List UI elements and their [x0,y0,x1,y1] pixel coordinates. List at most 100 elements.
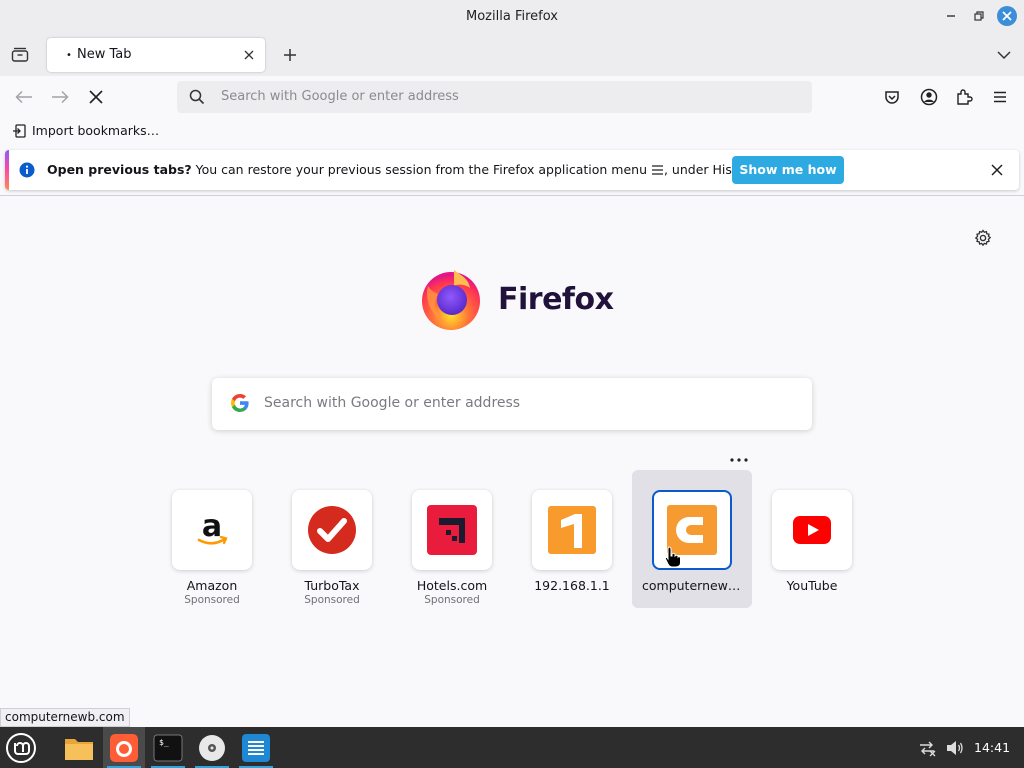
volume-icon [947,741,963,755]
taskbar: $_ 14:41 [0,727,1024,768]
session-restore-notification: Open previous tabs? You can restore your… [5,150,1019,190]
firefox-wordmark: Firefox [498,281,614,317]
shortcut-sponsored-label: Sponsored [304,594,360,606]
taskbar-clock[interactable]: 14:41 [974,740,1010,755]
turbotax-logo-icon [308,506,356,554]
tab-label: New Tab [77,47,132,62]
shortcut-title: computernewb.com [642,578,752,593]
tab-loading-dot: • [66,50,72,61]
firefox-view-icon [11,47,29,62]
svg-text:a: a [202,509,222,544]
shortcut-sponsored-label: Sponsored [424,594,480,606]
hotels-logo-icon [427,505,477,555]
pocket-button[interactable] [880,85,904,109]
account-button[interactable] [917,85,941,109]
taskbar-firefox[interactable] [103,727,145,768]
shortcut-turbotax[interactable]: TurboTax Sponsored [272,470,392,608]
navigation-toolbar: Search with Google or enter address [0,76,1024,118]
bookmarks-toolbar: Import bookmarks… [0,118,1024,146]
extensions-button[interactable] [952,85,976,109]
taskbar-files[interactable] [58,727,100,768]
shortcut-title: Amazon [186,578,238,593]
chevron-down-icon [997,51,1011,60]
shortcut-context-menu-button[interactable] [727,452,751,468]
account-icon [920,88,938,106]
close-icon [244,50,254,60]
linux-mint-logo-icon [6,732,36,763]
shortcut-computernewb[interactable]: computernewb.com [632,470,752,608]
taskbar-disc[interactable] [191,727,233,768]
forward-arrow-icon [52,90,69,104]
minimize-icon [947,15,955,17]
back-button[interactable] [12,85,36,109]
firefox-logo: Firefox [418,266,614,332]
shortcut-title: 192.168.1.1 [534,578,610,593]
newtab-search-box[interactable]: Search with Google or enter address [212,378,812,430]
more-dots-icon [730,458,748,462]
shortcut-amazon[interactable]: a Amazon Sponsored [152,470,272,608]
app-menu-button[interactable] [988,85,1012,109]
shortcut-tile[interactable] [772,490,852,570]
close-icon [991,164,1003,176]
personalize-button[interactable] [972,227,994,249]
shortcut-router[interactable]: 192.168.1.1 [512,470,632,608]
amazon-logo-icon: a [197,509,228,545]
stop-icon [89,90,103,104]
shortcut-title: Hotels.com [416,578,488,593]
firefox-app-icon [110,733,138,762]
import-bookmarks-button[interactable]: Import bookmarks… [12,123,159,138]
close-tab-button[interactable] [241,47,257,63]
shortcut-title: YouTube [786,578,838,593]
text-editor-icon [242,733,270,762]
stop-loading-button[interactable] [84,85,108,109]
svg-text:$_: $_ [159,738,169,747]
maximize-button[interactable] [969,6,989,26]
shortcut-tile[interactable] [532,490,612,570]
taskbar-text-editor[interactable] [235,727,277,768]
close-notification-button[interactable] [988,161,1006,179]
shortcut-tile[interactable] [292,490,372,570]
notification-heading: Open previous tabs? [47,162,192,177]
youtube-logo-icon [793,516,831,544]
tab-new-tab[interactable]: • New Tab [47,38,265,72]
shortcut-tile[interactable] [412,490,492,570]
show-me-how-button[interactable]: Show me how [732,156,844,184]
volume-control[interactable] [945,738,965,758]
plus-icon [284,49,296,61]
hamburger-menu-icon [651,165,663,175]
shortcut-title: TurboTax [304,578,360,593]
url-bar[interactable]: Search with Google or enter address [177,81,812,113]
router-logo-icon [548,506,596,554]
restore-icon [974,11,984,21]
hand-cursor-icon [664,546,681,568]
puzzle-piece-icon [957,89,973,105]
start-menu-button[interactable] [0,727,42,768]
list-all-tabs-button[interactable] [993,44,1015,66]
network-disconnected-icon [920,741,936,757]
close-icon [1002,11,1012,21]
disc-icon [199,734,225,761]
taskbar-terminal[interactable]: $_ [147,727,189,768]
new-tab-button[interactable] [279,44,301,66]
minimize-button[interactable] [941,6,961,26]
shortcut-sponsored-label: Sponsored [184,594,240,606]
import-bookmarks-label: Import bookmarks… [32,123,160,138]
shortcut-tile[interactable]: a [172,490,252,570]
info-icon [19,162,35,178]
firefox-view-button[interactable] [9,44,31,66]
forward-button[interactable] [48,85,72,109]
google-g-icon [231,394,249,412]
notification-accent-bar [5,150,9,190]
network-status[interactable] [917,738,937,758]
notification-message: Open previous tabs? You can restore your… [47,162,759,177]
status-bar-url: computernewb.com [0,708,130,727]
pocket-icon [885,91,899,104]
close-window-button[interactable] [997,6,1017,26]
hamburger-menu-icon [994,91,1006,103]
shortcut-youtube[interactable]: YouTube [752,470,872,608]
url-bar-placeholder: Search with Google or enter address [221,89,459,104]
newtab-search-placeholder: Search with Google or enter address [264,395,521,411]
shortcut-hotels[interactable]: Hotels.com Sponsored [392,470,512,608]
back-arrow-icon [15,90,32,104]
search-icon [189,89,205,105]
